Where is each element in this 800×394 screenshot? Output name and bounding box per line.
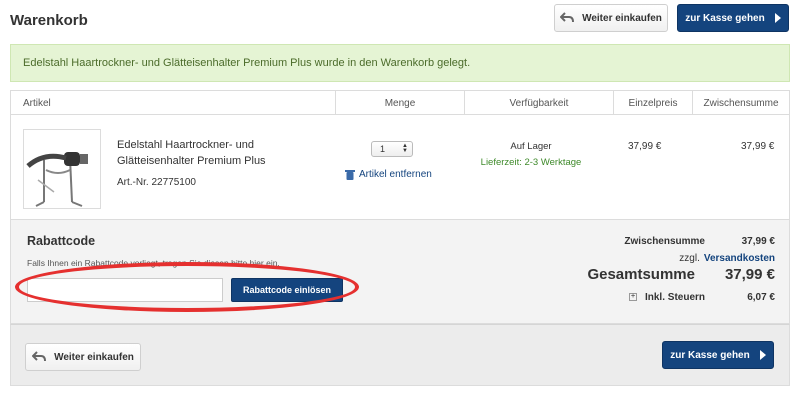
quantity-select[interactable]: 1 ▲ ▼ [371,141,413,157]
shipping-prefix: zzgl. [679,253,700,264]
product-image[interactable] [23,129,101,209]
article-number: Art.-Nr. 22775100 [117,177,196,188]
availability-status: Auf Lager [510,141,552,152]
total-label: Gesamtsumme [587,266,695,283]
column-header-article: Artikel [23,97,51,109]
item-subtotal: 37,99 € [741,141,775,152]
product-name-link[interactable]: Edelstahl Haartrockner- und Glätteisenha… [117,137,307,169]
footer-checkout-label: zur Kasse gehen [670,349,750,361]
back-arrow-icon [560,12,575,23]
back-arrow-icon [32,351,47,362]
column-header-availability: Verfügbarkeit [509,97,569,109]
redeem-coupon-button[interactable]: Rabattcode einlösen [231,278,343,302]
redeem-coupon-label: Rabattcode einlösen [242,285,332,295]
continue-shopping-label: Weiter einkaufen [582,12,662,24]
shipping-costs-link[interactable]: Versandkosten [704,253,775,264]
expand-plus-icon[interactable]: + [628,293,637,301]
quantity-value: 1 [380,144,386,154]
subtotal-label: Zwischensumme [624,236,705,247]
tax-label: Inkl. Steuern [644,292,705,303]
subtotal-row: Zwischensumme 37,99 € [624,236,775,247]
unit-price: 37,99 € [628,141,662,152]
tax-value: 6,07 € [747,292,775,303]
page-title: Warenkorb [10,12,88,29]
footer-continue-shopping-button[interactable]: Weiter einkaufen [25,343,141,371]
coupon-hint: Falls Ihnen ein Rabattcode vorliegt, tra… [27,258,280,268]
column-header-unit-price: Einzelpreis [628,97,678,109]
table-header: Artikel Menge Verfügbarkeit Einzelpreis … [11,91,789,115]
footer-checkout-button[interactable]: zur Kasse gehen [662,341,774,369]
coupon-title: Rabattcode [27,234,96,248]
cart-table: Artikel Menge Verfügbarkeit Einzelpreis … [10,90,790,220]
footer-bar: Weiter einkaufen zur Kasse gehen [10,324,790,386]
checkout-button[interactable]: zur Kasse gehen [677,4,789,32]
total-value: 37,99 € [724,266,775,283]
summary-panel: Rabattcode Falls Ihnen ein Rabattcode vo… [10,220,790,324]
cart-notice-text: Edelstahl Haartrockner- und Glätteisenha… [23,57,471,69]
delivery-time: Lieferzeit: 2-3 Werktage [480,157,582,168]
checkout-label: zur Kasse gehen [685,12,765,24]
hair-dryer-holder-image [26,152,88,207]
total-row: Gesamtsumme 37,99 € [587,266,775,283]
subtotal-value: 37,99 € [741,236,775,247]
updown-arrows-icon: ▲ ▼ [402,143,408,154]
tax-row: + Inkl. Steuern 6,07 € [628,292,775,303]
trash-icon [345,170,355,180]
footer-continue-shopping-label: Weiter einkaufen [54,351,134,363]
remove-item-link[interactable]: Artikel entfernen [345,169,432,180]
arrow-right-icon [759,350,766,360]
coupon-input[interactable] [27,278,223,302]
column-header-subtotal: Zwischensumme [703,97,779,109]
arrow-right-icon [774,13,781,23]
shipping-row: zzgl. Versandkosten [679,253,775,264]
column-header-quantity: Menge [384,97,416,109]
continue-shopping-button[interactable]: Weiter einkaufen [554,4,668,32]
remove-item-label: Artikel entfernen [359,169,432,180]
cart-notice: Edelstahl Haartrockner- und Glätteisenha… [10,44,790,82]
